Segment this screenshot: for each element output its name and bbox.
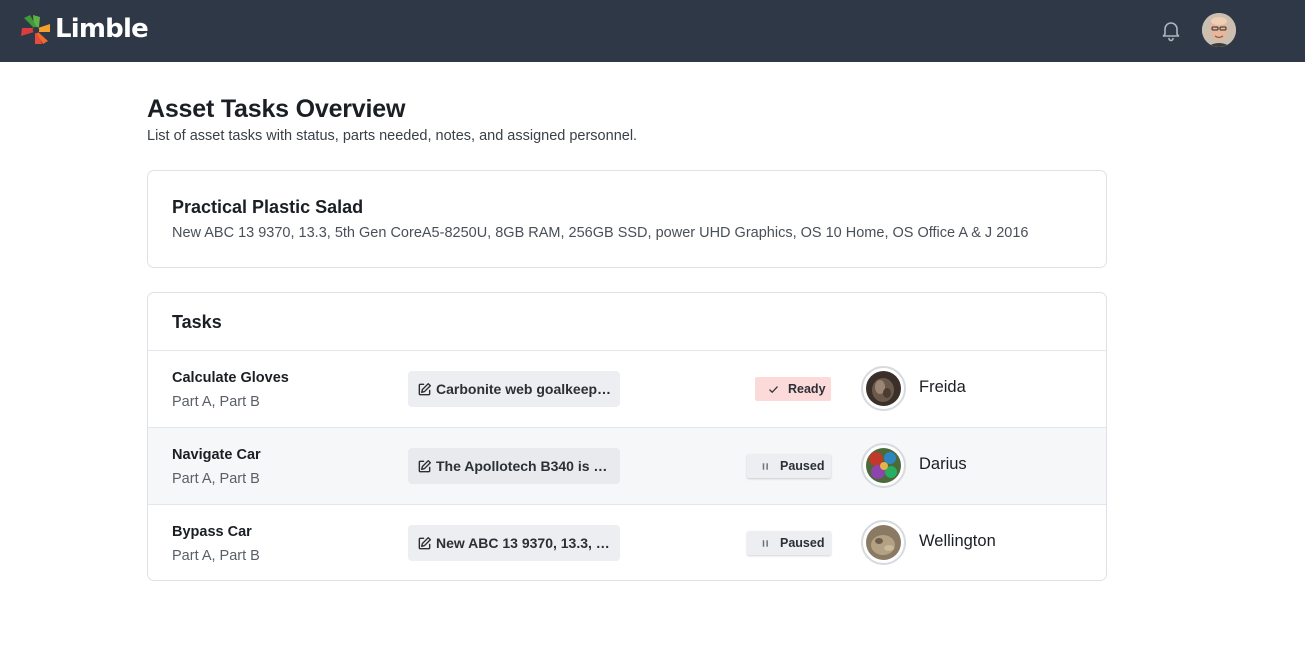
user-avatar-image bbox=[1202, 13, 1236, 47]
asset-card: Practical Plastic Salad New ABC 13 9370,… bbox=[147, 170, 1107, 268]
asset-description: New ABC 13 9370, 13.3, 5th Gen CoreA5-82… bbox=[172, 225, 1029, 241]
top-navigation-bar: Limble bbox=[0, 0, 1305, 62]
task-note-button[interactable]: New ABC 13 9370, 13.3, 5th Gen CoreA5-82… bbox=[408, 525, 620, 561]
asset-name: Practical Plastic Salad bbox=[172, 197, 364, 217]
user-avatar[interactable] bbox=[1202, 13, 1236, 47]
status-badge-paused[interactable]: Paused bbox=[747, 454, 831, 478]
task-parts: Part A, Part B bbox=[172, 548, 260, 564]
status-badge-paused[interactable]: Paused bbox=[747, 531, 831, 555]
task-note-text: Carbonite web goalkeeper gloves are ergo… bbox=[436, 381, 614, 397]
check-icon bbox=[769, 385, 778, 393]
assignee-photo bbox=[866, 448, 901, 483]
assignee-avatar[interactable] bbox=[861, 520, 906, 565]
pause-icon bbox=[762, 462, 768, 470]
task-note-text: New ABC 13 9370, 13.3, 5th Gen CoreA5-82… bbox=[436, 535, 614, 551]
assignee-name[interactable]: Darius bbox=[919, 455, 967, 474]
assignee-name[interactable]: Wellington bbox=[919, 532, 996, 551]
bell-icon[interactable] bbox=[1159, 18, 1183, 42]
brand-name: Limble bbox=[55, 14, 149, 44]
assignee-photo bbox=[866, 371, 901, 406]
task-name: Calculate Gloves bbox=[172, 370, 289, 386]
status-label: Paused bbox=[780, 536, 825, 550]
task-note-button[interactable]: Carbonite web goalkeeper gloves are ergo… bbox=[408, 371, 620, 407]
assignee-name[interactable]: Freida bbox=[919, 378, 966, 397]
task-parts: Part A, Part B bbox=[172, 471, 260, 487]
edit-icon bbox=[418, 382, 432, 395]
limble-logo-icon bbox=[21, 15, 50, 44]
task-note-button[interactable]: The Apollotech B340 is an affordable wir… bbox=[408, 448, 620, 484]
page-title: Asset Tasks Overview bbox=[147, 95, 406, 123]
status-badge-ready[interactable]: Ready bbox=[755, 377, 831, 401]
edit-icon bbox=[418, 459, 432, 472]
limble-logo[interactable]: Limble bbox=[19, 13, 149, 47]
task-row[interactable]: Calculate Gloves Part A, Part B Carbonit… bbox=[148, 351, 1106, 428]
assignee-photo bbox=[866, 525, 901, 560]
task-row[interactable]: Bypass Car Part A, Part B New ABC 13 937… bbox=[148, 505, 1106, 580]
task-parts: Part A, Part B bbox=[172, 394, 260, 410]
page-subtitle: List of asset tasks with status, parts n… bbox=[147, 128, 638, 144]
status-label: Ready bbox=[788, 382, 826, 396]
task-name: Navigate Car bbox=[172, 447, 261, 463]
assignee-avatar[interactable] bbox=[861, 443, 906, 488]
task-note-text: The Apollotech B340 is an affordable wir… bbox=[436, 458, 614, 474]
status-label: Paused bbox=[780, 459, 825, 473]
pause-icon bbox=[762, 539, 768, 547]
task-name: Bypass Car bbox=[172, 524, 252, 540]
task-row[interactable]: Navigate Car Part A, Part B The Apollote… bbox=[148, 428, 1106, 505]
tasks-header: Tasks bbox=[172, 312, 222, 332]
tasks-card: Tasks Calculate Gloves Part A, Part B Ca… bbox=[147, 292, 1107, 581]
edit-icon bbox=[418, 536, 432, 549]
assignee-avatar[interactable] bbox=[861, 366, 906, 411]
